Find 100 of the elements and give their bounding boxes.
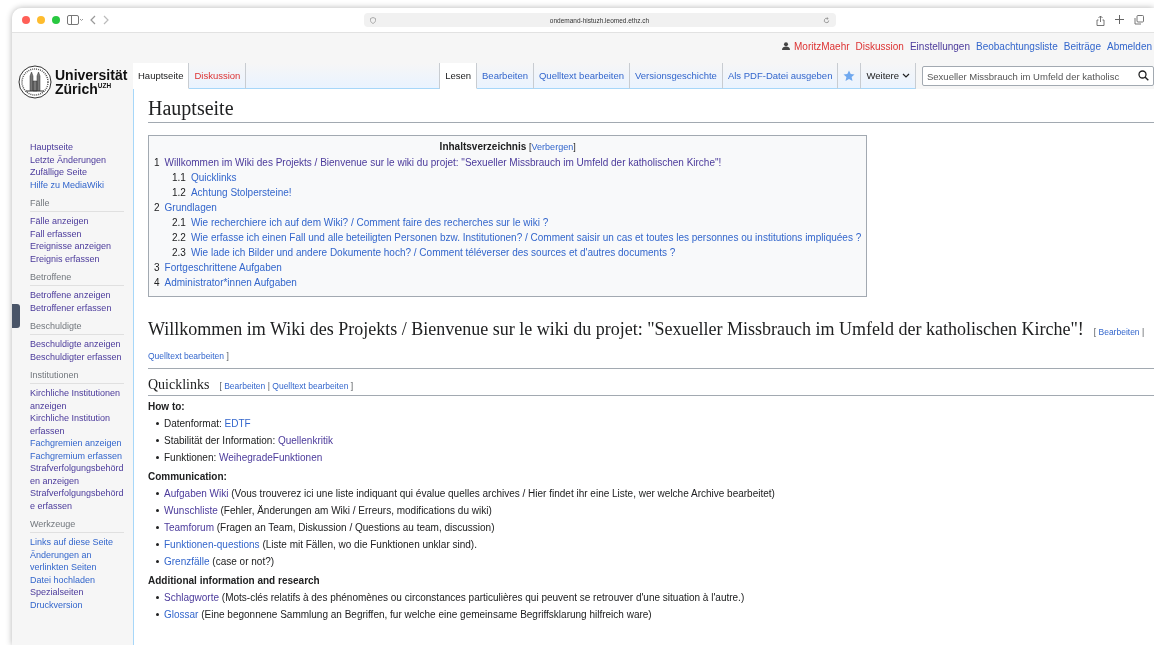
list-item: Wunschliste (Fehler, Änderungen am Wiki / Erreurs, modifications du wiki): [164, 504, 492, 518]
separator-text: |: [1142, 327, 1145, 337]
personal-link[interactable]: Abmelden: [1106, 40, 1152, 52]
close-window-icon[interactable]: [22, 16, 30, 24]
more-menu[interactable]: Weitere: [861, 63, 916, 89]
sidebar-heading: Betroffene: [30, 272, 124, 286]
watch-button[interactable]: [838, 63, 862, 89]
edit-link[interactable]: Quelltext bearbeiten: [272, 381, 349, 391]
toc-number: 1.1: [172, 172, 186, 183]
bullet-icon: [156, 492, 159, 495]
view-tab[interactable]: Quelltext bearbeiten: [534, 63, 630, 89]
sidebar-link[interactable]: Fälle anzeigen: [30, 215, 124, 228]
sidebar-link[interactable]: Betroffene anzeigen: [30, 289, 124, 302]
sidebar-link[interactable]: Betroffener erfassen: [30, 301, 124, 314]
star-icon: [843, 69, 856, 82]
toc-link[interactable]: Quicklinks: [190, 172, 237, 183]
toc-link[interactable]: Wie recherchiere ich auf dem Wiki? / Comment faire des recherches sur le wiki ?: [190, 217, 549, 228]
sidebar-link[interactable]: Ereignis erfassen: [30, 252, 124, 265]
view-tab[interactable]: Lesen: [440, 63, 478, 89]
page-tab[interactable]: Diskussion: [189, 63, 247, 89]
reload-icon[interactable]: [823, 16, 830, 24]
toc-number: 2.2: [172, 232, 186, 243]
toc-link[interactable]: Wie lade ich Bilder und andere Dokumente hoch? / Comment téléverser des sources et d'autres documents ?: [190, 247, 676, 258]
user-link[interactable]: MoritzMaehr: [794, 40, 850, 52]
personal-link[interactable]: Diskussion: [855, 40, 904, 52]
search-icon[interactable]: [1138, 70, 1149, 81]
edit-link[interactable]: Bearbeiten: [224, 381, 266, 391]
link[interactable]: EDTF: [224, 418, 251, 429]
toc-toggle-link[interactable]: [Verbergen]: [529, 142, 576, 152]
link[interactable]: WeihegradeFunktionen: [219, 452, 323, 463]
toc-link[interactable]: Fortgeschrittene Aufgaben: [164, 262, 282, 273]
bracket-text: ]: [350, 381, 354, 391]
bracket-text: ]: [226, 351, 229, 361]
link[interactable]: Schlagworte: [164, 592, 220, 603]
toc-link[interactable]: Wie erfasse ich einen Fall und alle beteiligten Personen bzw. Institutionen? / Comment saisir un cas et toutes les personnes ou institutions impliquées ?: [190, 232, 862, 243]
sidebar-link[interactable]: Hilfe zu MediaWiki: [30, 178, 124, 191]
zoom-window-icon[interactable]: [52, 16, 60, 24]
link[interactable]: Teamforum: [164, 522, 214, 533]
toc-link[interactable]: Achtung Stolpersteine!: [190, 187, 292, 198]
minimize-window-icon[interactable]: [37, 16, 45, 24]
bullet-icon: [156, 526, 159, 529]
sidebar-link[interactable]: Links auf diese Seite: [30, 536, 124, 549]
link[interactable]: Glossar: [164, 609, 199, 620]
sidebar-link[interactable]: Spezialseiten: [30, 586, 124, 599]
toc-number: 2: [154, 202, 160, 213]
view-tab[interactable]: Bearbeiten: [477, 63, 534, 89]
link[interactable]: Aufgaben Wiki: [164, 488, 229, 499]
edit-link[interactable]: Quelltext bearbeiten: [148, 351, 225, 361]
personal-link[interactable]: Beobachtungsliste: [976, 40, 1058, 52]
back-icon[interactable]: [90, 15, 96, 25]
sidebar-link[interactable]: Strafverfolgungsbehörden anzeigen: [30, 462, 124, 487]
block-heading: How to:: [148, 401, 186, 412]
link[interactable]: Quellenkritik: [277, 435, 333, 446]
view-tab[interactable]: Versionsgeschichte: [630, 63, 723, 89]
toc-link[interactable]: Grundlagen: [164, 202, 217, 213]
list-item: Aufgaben Wiki (Vous trouverez ici une liste indiquant qui évalue quelles archives / Hier findet ihr eine Liste, wer welche Archive bearbeitet): [164, 487, 775, 501]
bullet-icon: [156, 509, 159, 512]
list-item: Grenzfälle (case or not?): [164, 555, 275, 569]
sidebar-icon[interactable]: [67, 15, 83, 25]
sidebar-link[interactable]: Kirchliche Institutionen anzeigen: [30, 387, 124, 412]
sidebar-link[interactable]: Änderungen an verlinkten Seiten: [30, 548, 124, 574]
toc-number: 3: [154, 262, 160, 273]
toc-link[interactable]: Administrator*innen Aufgaben: [164, 277, 297, 288]
page-tab[interactable]: Hauptseite: [133, 63, 190, 89]
shield-icon: [370, 16, 376, 24]
sidebar-link[interactable]: Strafverfolgungsbehörde erfassen: [30, 487, 124, 512]
share-icon[interactable]: [1096, 14, 1105, 26]
toc-number: 2.3: [172, 247, 186, 258]
sidebar-link[interactable]: Druckversion: [30, 598, 124, 611]
search-field[interactable]: Sexueller Missbrauch im Umfeld der katholisc: [922, 66, 1154, 86]
edit-link[interactable]: Bearbeiten: [1098, 327, 1140, 337]
tabs-overview-icon[interactable]: [1134, 14, 1144, 25]
bullet-icon: [156, 543, 159, 546]
toc-title: Inhaltsverzeichnis: [439, 141, 527, 152]
university-seal-icon: [18, 65, 52, 99]
bullet-icon: [156, 439, 159, 442]
sidebar-link[interactable]: Ereignisse anzeigen: [30, 240, 124, 253]
sidebar-link[interactable]: Fachgremien anzeigen: [30, 437, 124, 450]
new-tab-icon[interactable]: [1115, 14, 1124, 24]
user-icon: [782, 42, 790, 50]
toc-link[interactable]: Willkommen im Wiki des Projekts / Bienvenue sur le wiki du projet: "Sexueller Missbrauch im Umfeld der katholischen Kirche"!: [164, 157, 722, 168]
sidebar-link[interactable]: Hauptseite: [30, 141, 124, 154]
view-tab[interactable]: Als PDF-Datei ausgeben: [722, 63, 839, 89]
sidebar-link[interactable]: Zufällige Seite: [30, 166, 124, 179]
sidebar-link[interactable]: Fachgremium erfassen: [30, 449, 124, 462]
link[interactable]: Wunschliste: [164, 505, 218, 516]
personal-link[interactable]: Einstellungen: [909, 40, 970, 52]
sidebar-link[interactable]: Letzte Änderungen: [30, 153, 124, 166]
sidebar-link[interactable]: Fall erfassen: [30, 227, 124, 240]
link[interactable]: Funktionen-questions: [164, 539, 260, 550]
link[interactable]: Grenzfälle: [164, 556, 210, 567]
sidebar-link[interactable]: Datei hochladen: [30, 573, 124, 586]
sidebar-link[interactable]: Beschuldigte anzeigen: [30, 338, 124, 351]
personal-link[interactable]: Beiträge: [1063, 40, 1101, 52]
sidebar-link[interactable]: Kirchliche Institution erfassen: [30, 412, 124, 437]
sidebar-link[interactable]: Beschuldigter erfassen: [30, 350, 124, 363]
chevron-down-icon: [902, 73, 910, 78]
forward-icon[interactable]: [103, 15, 109, 25]
sidebar-toggle[interactable]: [12, 304, 20, 328]
list-item: Schlagworte (Mots-clés relatifs à des phénomènes ou circonstances particulières qui peuvent se retrouver d'une situation à l'autre.): [164, 591, 745, 605]
